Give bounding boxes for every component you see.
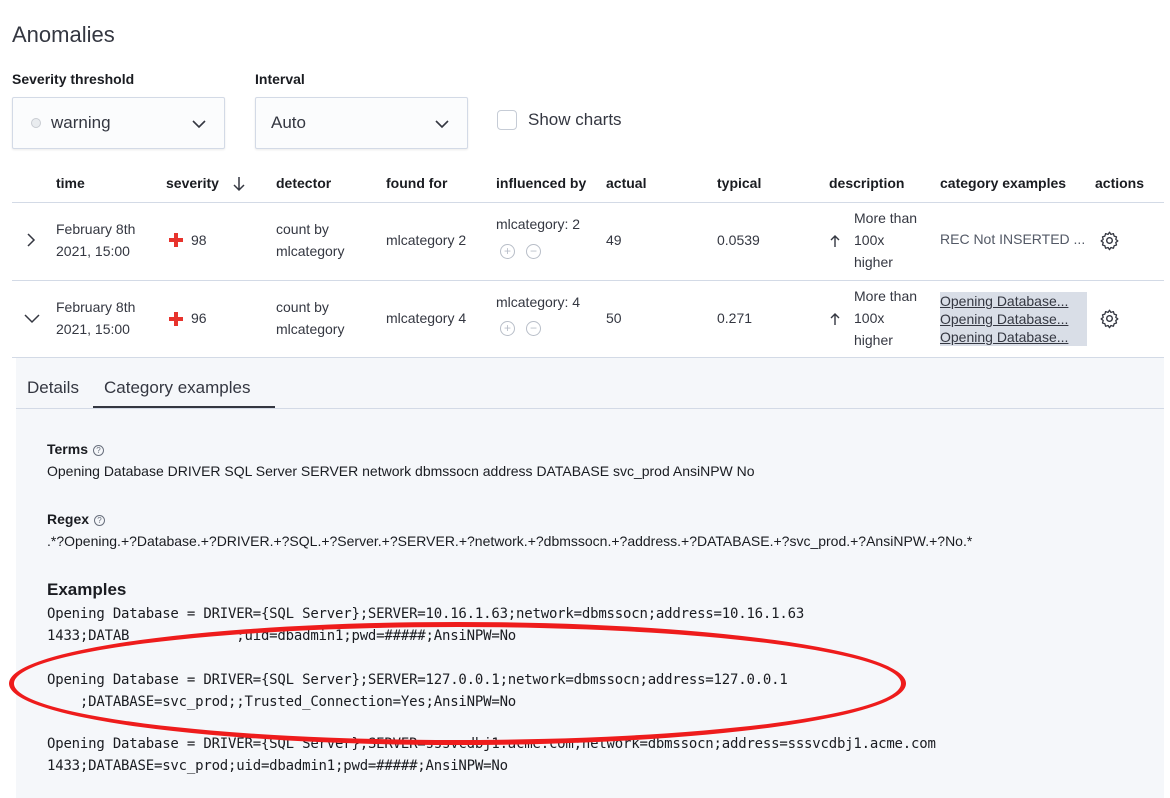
- row2-description: More than 100x higher: [854, 288, 918, 348]
- example-line: ;DATABASE=svc_prod;;Trusted_Connection=Y…: [47, 694, 517, 710]
- chevron-down-icon: [435, 120, 449, 129]
- row2-severity: 96: [191, 310, 207, 326]
- row2-category-example-link[interactable]: Opening Database...: [940, 292, 1087, 310]
- gear-icon[interactable]: [1099, 308, 1120, 329]
- arrow-up-icon: [830, 313, 840, 325]
- active-tab-indicator: [93, 406, 275, 408]
- terms-value: Opening Database DRIVER SQL Server SERVE…: [47, 463, 755, 479]
- row2-typical: 0.271: [717, 310, 753, 326]
- severity-threshold-value: warning: [51, 113, 111, 132]
- show-charts-label: Show charts: [528, 110, 622, 129]
- table-divider: [12, 280, 1164, 281]
- column-header-severity-label: severity: [166, 175, 219, 191]
- tab-category-examples[interactable]: Category examples: [104, 378, 250, 398]
- example-line: 1433;DATAB ;uid=dbadmin1;pwd=#####;AnsiN…: [47, 628, 517, 644]
- add-filter-icon[interactable]: +: [500, 244, 515, 259]
- row1-influenced-by: mlcategory: 2: [496, 216, 581, 232]
- row1-detector: count by mlcategory: [276, 221, 345, 259]
- column-header-description[interactable]: description: [829, 175, 904, 191]
- row1-category-example[interactable]: REC Not INSERTED ...: [940, 231, 1087, 247]
- example-line: 1433;DATABASE=svc_prod;uid=dbadmin1;pwd=…: [47, 758, 508, 774]
- column-header-detector[interactable]: detector: [276, 175, 331, 191]
- severity-threshold-select[interactable]: warning: [12, 97, 225, 149]
- interval-label: Interval: [255, 71, 305, 87]
- show-charts-checkbox[interactable]: [497, 110, 517, 130]
- column-header-time[interactable]: time: [56, 175, 85, 191]
- row2-time: February 8th 2021, 15:00: [56, 299, 136, 337]
- help-icon[interactable]: ?: [94, 515, 106, 526]
- row2-influenced-by: mlcategory: 4: [496, 294, 581, 310]
- example-line: Opening Database = DRIVER={SQL Server};S…: [47, 672, 788, 688]
- chevron-right-icon[interactable]: [25, 232, 37, 248]
- row2-found-for: mlcategory 4: [386, 310, 467, 326]
- row2-category-example-link[interactable]: Opening Database...: [940, 328, 1087, 346]
- regex-value: .*?Opening.+?Database.+?DRIVER.+?SQL.+?S…: [47, 533, 973, 549]
- row2-actual: 50: [606, 310, 622, 326]
- row2-detector: count by mlcategory: [276, 299, 345, 337]
- column-header-found-for[interactable]: found for: [386, 175, 447, 191]
- remove-filter-icon[interactable]: −: [526, 244, 541, 259]
- column-header-influenced-by[interactable]: influenced by: [496, 175, 586, 191]
- row1-time: February 8th 2021, 15:00: [56, 221, 136, 259]
- terms-heading: Terms?: [47, 441, 104, 457]
- regex-heading: Regex?: [47, 511, 106, 527]
- severity-threshold-label: Severity threshold: [12, 71, 135, 87]
- terms-label: Terms: [47, 441, 88, 457]
- row1-description: More than 100x higher: [854, 210, 918, 270]
- chevron-down-icon[interactable]: [23, 312, 41, 324]
- regex-label: Regex: [47, 511, 90, 527]
- row2-category-example-link[interactable]: Opening Database...: [940, 310, 1087, 328]
- row1-found-for: mlcategory 2: [386, 232, 467, 248]
- page-title: Anomalies: [12, 22, 115, 47]
- chevron-down-icon: [192, 120, 206, 129]
- example-line: Opening Database = DRIVER={SQL Server};S…: [47, 736, 936, 752]
- row1-typical: 0.0539: [717, 232, 760, 248]
- remove-filter-icon[interactable]: −: [526, 321, 541, 336]
- column-header-typical[interactable]: typical: [717, 175, 761, 191]
- column-header-actual[interactable]: actual: [606, 175, 646, 191]
- arrow-up-icon: [830, 235, 840, 247]
- row1-severity: 98: [191, 232, 207, 248]
- interval-value: Auto: [271, 113, 306, 132]
- examples-heading: Examples: [47, 580, 127, 599]
- column-header-actions: actions: [1095, 175, 1145, 191]
- example-line: Opening Database = DRIVER={SQL Server};S…: [47, 606, 805, 622]
- tab-details[interactable]: Details: [27, 378, 79, 398]
- interval-select[interactable]: Auto: [255, 97, 468, 149]
- severity-critical-icon: [169, 233, 183, 247]
- column-header-severity[interactable]: severity: [166, 175, 245, 192]
- table-divider: [12, 202, 1164, 203]
- gear-icon[interactable]: [1099, 230, 1120, 251]
- row1-actual: 49: [606, 232, 622, 248]
- tab-divider: [16, 408, 1164, 409]
- help-icon[interactable]: ?: [92, 445, 104, 456]
- add-filter-icon[interactable]: +: [500, 321, 515, 336]
- severity-critical-icon: [169, 312, 183, 326]
- sort-down-arrow-icon: [233, 177, 245, 192]
- table-divider: [12, 357, 1164, 358]
- severity-dot-icon: [31, 118, 41, 128]
- column-header-category-examples: category examples: [940, 175, 1067, 191]
- show-charts-toggle[interactable]: Show charts: [497, 110, 622, 130]
- expanded-row-panel: [16, 358, 1164, 798]
